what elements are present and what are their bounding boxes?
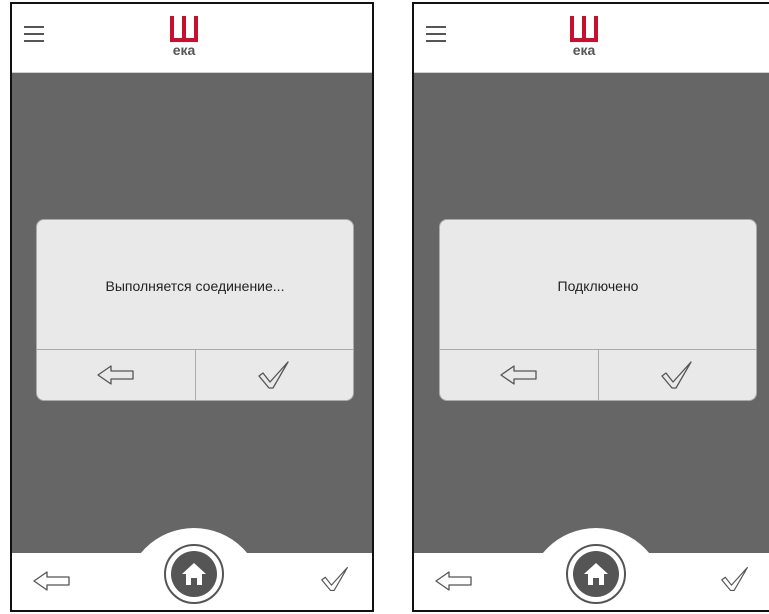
footer-confirm-button[interactable] — [720, 565, 750, 598]
dialog-back-button[interactable] — [440, 350, 598, 400]
brand-logo: ека — [166, 16, 202, 60]
menu-icon[interactable] — [426, 26, 446, 42]
dialog-confirm-button[interactable] — [597, 350, 757, 400]
arrow-left-icon — [500, 365, 537, 385]
checkmark-icon — [321, 566, 348, 592]
arrow-left-icon — [435, 571, 472, 591]
footer-back-button[interactable] — [434, 569, 474, 598]
home-button[interactable] — [566, 544, 626, 604]
footer-confirm-button[interactable] — [320, 565, 350, 598]
dialog-back-button[interactable] — [37, 350, 195, 400]
checkmark-icon — [721, 566, 748, 592]
dialog-confirm-button[interactable] — [194, 350, 354, 400]
dialog-message: Подключено — [557, 278, 639, 294]
home-button[interactable] — [164, 544, 224, 604]
screen-connected: ека Подключено — [412, 2, 769, 612]
checkmark-icon — [661, 361, 692, 389]
footer-back-button[interactable] — [32, 569, 72, 598]
checkmark-icon — [258, 361, 289, 389]
screen-connecting: ека Выполняется соединение... — [10, 2, 374, 612]
dialog-message: Выполняется соединение... — [105, 278, 285, 294]
menu-icon[interactable] — [24, 26, 44, 42]
connection-dialog: Подключено — [439, 219, 757, 401]
home-icon — [182, 563, 206, 585]
app-header: ека — [414, 4, 769, 73]
connection-dialog: Выполняется соединение... — [36, 219, 354, 401]
home-icon — [584, 563, 608, 585]
brand-logo: ека — [566, 16, 602, 60]
app-header: ека — [12, 4, 372, 73]
arrow-left-icon — [33, 571, 70, 591]
arrow-left-icon — [97, 365, 134, 385]
